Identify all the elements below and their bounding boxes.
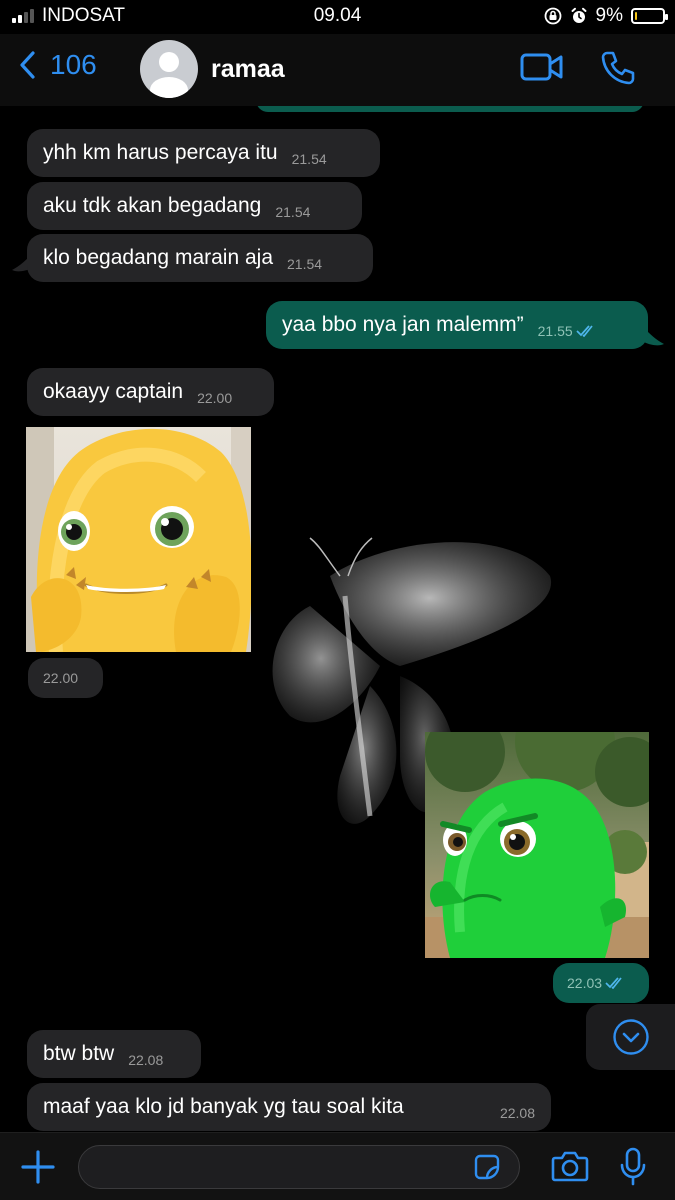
sticker-icon — [474, 1154, 500, 1180]
yellow-character-illustration — [26, 427, 251, 652]
message-input[interactable] — [78, 1145, 520, 1189]
orientation-lock-icon — [544, 7, 561, 25]
camera-icon — [551, 1151, 589, 1182]
message-time: 21.54 — [291, 151, 327, 167]
status-bar: INDOSAT 09.04 9% — [0, 0, 675, 34]
video-camera-icon — [520, 53, 563, 81]
message-time: 21.54 — [275, 204, 311, 220]
incoming-message[interactable]: maaf yaa klo jd banyak yg tau soal kita … — [27, 1083, 551, 1131]
message-text: aku tdk akan begadang — [43, 194, 262, 217]
message-text: maaf yaa klo jd banyak yg tau soal kita — [43, 1095, 404, 1118]
input-bar — [0, 1132, 675, 1200]
incoming-message[interactable]: btw btw 22.08 — [27, 1030, 201, 1078]
message-time: 21.54 — [287, 256, 323, 272]
message-text: yaa bbo nya jan malemm” — [282, 313, 524, 336]
plus-icon — [21, 1150, 55, 1184]
message-time: 22.00 — [197, 390, 233, 406]
message-time: 21.55 — [537, 323, 573, 339]
alarm-icon — [571, 7, 587, 23]
message-time: 22.00 — [43, 670, 79, 686]
chat-area[interactable]: yhh km harus percaya itu 21.54 aku tdk a… — [0, 106, 675, 1132]
incoming-message[interactable]: yhh km harus percaya itu 21.54 — [27, 129, 380, 177]
message-text: okaayy captain — [43, 380, 184, 403]
incoming-message[interactable]: aku tdk akan begadang 21.54 — [27, 182, 362, 230]
unread-count: 106 — [50, 49, 97, 80]
chat-header: 106 ramaa — [0, 34, 675, 106]
message-text: yhh km harus percaya itu — [43, 141, 278, 164]
attach-button[interactable] — [20, 1149, 56, 1190]
green-character-illustration — [425, 732, 649, 958]
incoming-message[interactable]: okaayy captain 22.00 — [27, 368, 274, 416]
battery-icon — [631, 8, 668, 24]
microphone-icon — [620, 1147, 646, 1186]
camera-button[interactable] — [551, 1148, 589, 1189]
message-status: 21.55 — [538, 323, 596, 339]
yellow-character-image[interactable] — [26, 427, 251, 652]
battery-level — [635, 12, 637, 20]
phone-icon — [601, 51, 635, 85]
message-text: klo begadang marain aja — [43, 246, 273, 269]
previous-message-bubble — [256, 106, 644, 112]
avatar[interactable] — [140, 40, 198, 98]
message-time: 22.08 — [128, 1052, 164, 1068]
message-status: 22.03 — [567, 975, 625, 991]
image-caption-bubble[interactable]: 22.00 — [28, 658, 103, 698]
battery-percent: 9% — [595, 5, 623, 26]
message-time: 22.08 — [499, 1105, 535, 1121]
message-text: btw btw — [43, 1042, 115, 1065]
back-button[interactable]: 106 — [18, 49, 97, 81]
read-receipt-icon — [576, 325, 593, 337]
message-time: 22.03 — [567, 975, 603, 991]
sticker-button[interactable] — [472, 1152, 502, 1187]
green-character-image[interactable] — [425, 732, 649, 958]
read-receipt-icon — [605, 977, 622, 989]
chevron-down-circle-icon — [612, 1019, 649, 1055]
outgoing-message[interactable]: yaa bbo nya jan malemm” 21.55 — [266, 301, 648, 349]
person-icon — [150, 52, 188, 98]
status-right: 9% — [544, 5, 668, 27]
voice-message-button[interactable] — [619, 1147, 647, 1192]
video-call-button[interactable] — [520, 50, 564, 89]
voice-call-button[interactable] — [600, 50, 636, 91]
image-caption-bubble[interactable]: 22.03 — [553, 963, 649, 1003]
contact-name[interactable]: ramaa — [211, 55, 285, 84]
chevron-left-icon — [20, 51, 35, 79]
scroll-to-bottom-button[interactable] — [586, 1004, 675, 1070]
incoming-message[interactable]: klo begadang marain aja 21.54 — [27, 234, 373, 282]
